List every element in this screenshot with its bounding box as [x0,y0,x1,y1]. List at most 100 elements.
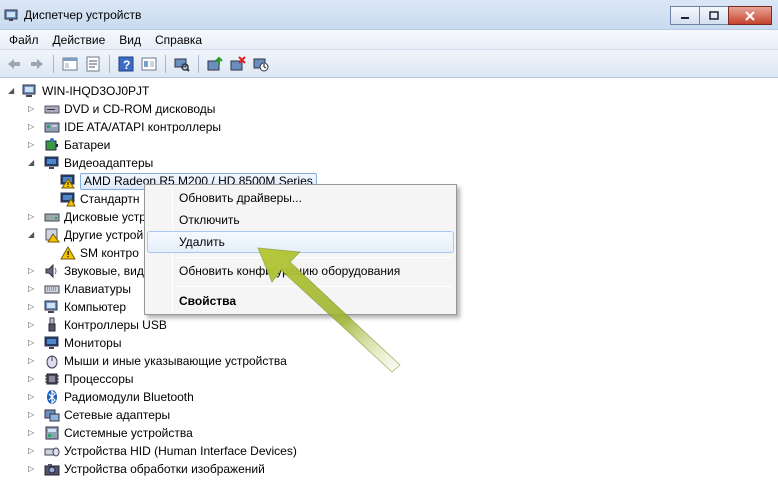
expand-icon[interactable]: ▷ [28,465,36,473]
tree-item-imaging[interactable]: ▷ Устройства обработки изображений [28,460,265,478]
collapse-icon[interactable]: ◢ [28,159,36,167]
system-device-icon [44,425,60,441]
scan-hardware-icon[interactable] [172,54,192,74]
forward-icon[interactable] [27,54,47,74]
expand-icon[interactable]: ▷ [28,303,36,311]
warning-icon [60,245,76,261]
context-menu: Обновить драйверы... Отключить Удалить О… [144,184,457,315]
disable-icon[interactable] [251,54,271,74]
menu-file[interactable]: Файл [2,33,46,47]
computer-icon [44,299,60,315]
expand-icon[interactable]: ▷ [28,339,36,347]
maximize-button[interactable] [699,6,729,25]
menu-properties[interactable]: Свойства [147,290,454,312]
tree-item-system[interactable]: ▷ Системные устройства [28,424,193,442]
tree-item-display-adapters[interactable]: ◢ Видеоадаптеры [28,154,153,172]
tree-item-sound[interactable]: ▷ Звуковые, виде [28,262,151,280]
camera-icon [44,461,60,477]
monitor-icon [44,335,60,351]
expand-icon[interactable]: ▷ [28,321,36,329]
window-title: Диспетчер устройств [24,8,142,22]
device-manager-icon [4,7,20,23]
computer-icon [22,83,38,99]
tree-item-keyboards[interactable]: ▷ Клавиатуры [28,280,131,298]
expand-icon[interactable]: ▷ [28,105,36,113]
tree-item-network[interactable]: ▷ Сетевые адаптеры [28,406,170,424]
menu-action[interactable]: Действие [46,33,113,47]
unknown-device-icon [44,227,60,243]
minimize-button[interactable] [670,6,700,25]
tree-item-monitors[interactable]: ▷ Мониторы [28,334,121,352]
tree-item-sm-controller[interactable]: SM контро [60,244,139,262]
menu-view[interactable]: Вид [112,33,148,47]
properties-icon[interactable] [83,54,103,74]
tree-item-disk-drives[interactable]: ▷ Дисковые устр [28,208,146,226]
tree-item-usb[interactable]: ▷ Контроллеры USB [28,316,167,334]
minimize-icon [681,16,689,19]
collapse-icon[interactable]: ◢ [8,87,16,95]
dvd-drive-icon [44,101,60,117]
menu-uninstall[interactable]: Удалить [147,231,454,253]
network-adapter-icon [44,407,60,423]
toolbar: ? [0,50,778,78]
tree-item-standard-vga[interactable]: Стандартн [60,190,140,208]
maximize-icon [709,10,719,20]
expand-icon[interactable]: ▷ [28,213,36,221]
mouse-icon [44,353,60,369]
tree-item-dvd[interactable]: ▷ DVD и CD-ROM дисководы [28,100,215,118]
close-icon [745,10,755,21]
keyboard-icon [44,281,60,297]
menu-bar: Файл Действие Вид Справка [0,30,778,50]
expand-icon[interactable]: ▷ [28,393,36,401]
tree-item-other-devices[interactable]: ◢ Другие устрой [28,226,143,244]
expand-icon[interactable]: ▷ [28,267,36,275]
hid-device-icon [44,443,60,459]
root-label: WIN-IHQD3OJ0PJT [42,84,150,98]
menu-help[interactable]: Справка [148,33,209,47]
processor-icon [44,371,60,387]
expand-icon[interactable]: ▷ [28,285,36,293]
display-adapter-warning-icon [60,191,76,207]
tree-item-processors[interactable]: ▷ Процессоры [28,370,134,388]
ide-controller-icon [44,119,60,135]
show-hide-tree-icon[interactable] [60,54,80,74]
expand-icon[interactable]: ▷ [28,357,36,365]
menu-separator [177,286,452,287]
view-icon[interactable] [139,54,159,74]
expand-icon[interactable]: ▷ [28,411,36,419]
menu-disable[interactable]: Отключить [147,209,454,231]
title-bar: Диспетчер устройств [0,0,778,30]
menu-separator [177,257,452,258]
expand-icon[interactable]: ▷ [28,123,36,131]
toolbar-separator [198,54,199,73]
menu-scan-hardware[interactable]: Обновить конфигурацию оборудования [147,260,454,282]
speaker-icon [44,263,60,279]
toolbar-separator [53,54,54,73]
battery-icon [44,137,60,153]
update-driver-icon[interactable] [205,54,225,74]
expand-icon[interactable]: ▷ [28,429,36,437]
bluetooth-icon [44,389,60,405]
display-adapter-warning-icon [60,173,76,189]
tree-item-mice[interactable]: ▷ Мыши и иные указывающие устройства [28,352,287,370]
expand-icon[interactable]: ▷ [28,447,36,455]
menu-update-drivers[interactable]: Обновить драйверы... [147,187,454,209]
usb-icon [44,317,60,333]
help-icon[interactable]: ? [116,54,136,74]
tree-item-hid[interactable]: ▷ Устройства HID (Human Interface Device… [28,442,297,460]
collapse-icon[interactable]: ◢ [28,231,36,239]
display-adapter-icon [44,155,60,171]
tree-item-ide[interactable]: ▷ IDE ATA/ATAPI контроллеры [28,118,221,136]
close-button[interactable] [728,6,772,25]
back-icon[interactable] [4,54,24,74]
tree-item-computer[interactable]: ▷ Компьютер [28,298,126,316]
tree-root[interactable]: ◢ WIN-IHQD3OJ0PJT [8,82,149,100]
expand-icon[interactable]: ▷ [28,375,36,383]
expand-icon[interactable]: ▷ [28,141,36,149]
window-controls [670,6,772,25]
tree-item-bluetooth[interactable]: ▷ Радиомодули Bluetooth [28,388,194,406]
svg-text:?: ? [123,58,130,72]
tree-item-batteries[interactable]: ▷ Батареи [28,136,110,154]
uninstall-icon[interactable] [228,54,248,74]
toolbar-separator [165,54,166,73]
